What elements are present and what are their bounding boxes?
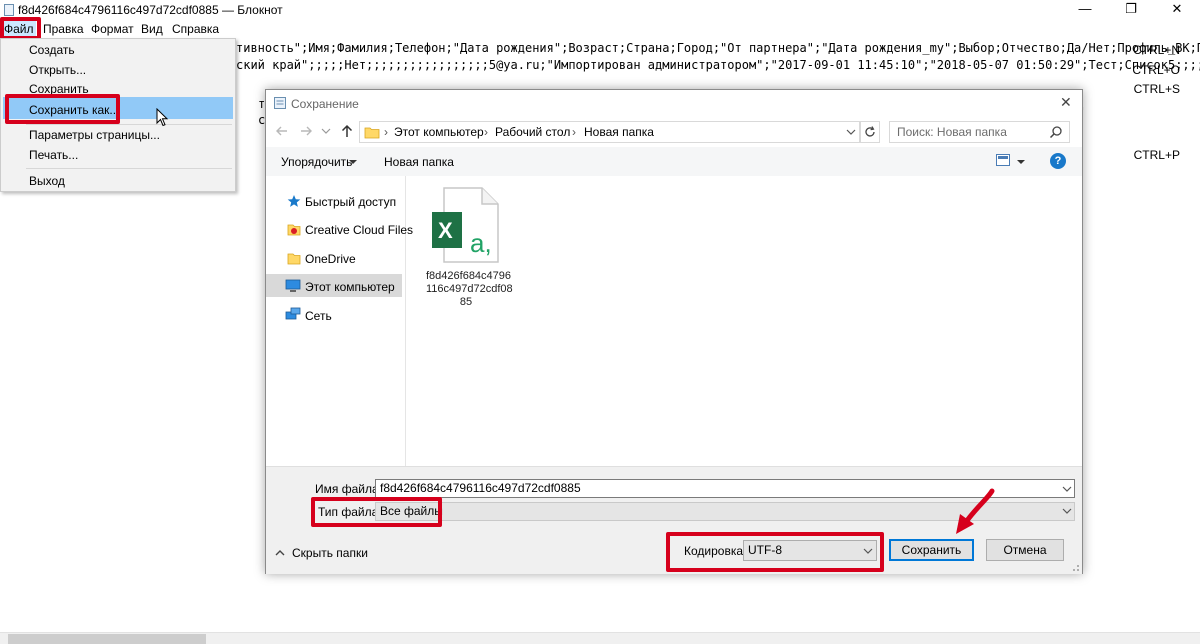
filetype-dropdown-icon[interactable] xyxy=(1061,506,1073,516)
folder-icon xyxy=(364,127,380,139)
organize-button[interactable]: Упорядочить xyxy=(281,155,352,169)
view-dropdown-icon[interactable] xyxy=(1016,158,1026,166)
breadcrumb-separator: › xyxy=(484,125,488,139)
network-icon xyxy=(285,307,301,320)
menu-item-open[interactable]: Открыть... xyxy=(29,63,86,77)
breadcrumb-separator: › xyxy=(572,125,576,139)
close-button[interactable]: ✕ xyxy=(1154,0,1200,20)
resize-grip-icon[interactable] xyxy=(1070,562,1080,572)
back-arrow-icon[interactable] xyxy=(274,124,290,138)
nav-quick-access[interactable]: Быстрый доступ xyxy=(305,195,396,209)
menu-format[interactable]: Формат xyxy=(91,22,134,36)
shortcut-new: CTRL+N xyxy=(1132,43,1180,57)
window-title: f8d426f684c4796116c497d72cdf0885 — Блокн… xyxy=(18,3,283,17)
breadcrumb-this-pc[interactable]: Этот компьютер xyxy=(394,125,484,139)
onedrive-folder-icon xyxy=(287,253,301,265)
chevron-up-icon[interactable] xyxy=(274,548,286,558)
minimize-button[interactable]: — xyxy=(1062,0,1108,20)
excel-letter: X xyxy=(438,218,453,243)
refresh-icon xyxy=(865,126,875,137)
address-dropdown-icon[interactable] xyxy=(845,127,857,137)
nav-creative-cloud[interactable]: Creative Cloud Files xyxy=(305,223,413,237)
help-button[interactable]: ? xyxy=(1050,153,1066,169)
breadcrumb-new-folder[interactable]: Новая папка xyxy=(584,125,654,139)
hide-folders-button[interactable]: Скрыть папки xyxy=(292,546,368,560)
up-arrow-icon[interactable] xyxy=(340,123,354,139)
filename-dropdown-icon[interactable] xyxy=(1061,484,1073,494)
title-bar: f8d426f684c4796116c497d72cdf0885 — Блокн… xyxy=(0,0,1200,20)
menu-item-exit[interactable]: Выход xyxy=(29,174,65,188)
restore-button[interactable]: ❐ xyxy=(1108,0,1154,20)
file-type-glyph: a, xyxy=(470,228,492,258)
computer-icon xyxy=(285,279,301,292)
red-arrow-annotation xyxy=(956,488,995,534)
breadcrumb-desktop[interactable]: Рабочий стол xyxy=(495,125,570,139)
nav-this-pc[interactable]: Этот компьютер xyxy=(305,280,395,294)
encoding-highlight-box xyxy=(666,532,884,572)
star-icon xyxy=(287,195,301,207)
file-name-line-2: 116c497d72cdf08 xyxy=(426,283,513,295)
file-name-line-3: 85 xyxy=(459,296,473,308)
view-options-icon[interactable] xyxy=(996,154,1010,166)
menu-item-new[interactable]: Создать xyxy=(29,43,75,57)
dialog-notepad-icon xyxy=(274,97,286,109)
menu-item-print[interactable]: Печать... xyxy=(29,148,78,162)
recent-chevron-icon[interactable] xyxy=(320,126,332,136)
nav-network[interactable]: Сеть xyxy=(305,309,332,323)
notepad-icon xyxy=(4,4,14,16)
new-folder-button[interactable]: Новая папка xyxy=(384,155,454,169)
mouse-cursor-icon xyxy=(156,108,169,127)
menu-separator xyxy=(26,124,232,125)
save-button[interactable]: Сохранить xyxy=(889,539,974,561)
breadcrumb-separator: › xyxy=(384,125,388,139)
organize-dropdown-icon xyxy=(349,160,357,164)
save-as-highlight-box xyxy=(5,94,120,124)
filetype-highlight-box xyxy=(311,497,442,527)
menu-view[interactable]: Вид xyxy=(141,22,163,36)
search-icon[interactable] xyxy=(1049,125,1063,139)
filename-label: Имя файла: xyxy=(315,482,382,496)
pane-divider xyxy=(405,176,406,466)
file-menu-highlight-box xyxy=(0,17,41,40)
menu-item-page-setup[interactable]: Параметры страницы... xyxy=(29,128,160,142)
forward-arrow-icon[interactable] xyxy=(298,124,314,138)
dialog-title: Сохранение xyxy=(291,97,359,111)
menu-help[interactable]: Справка xyxy=(172,22,219,36)
menu-separator xyxy=(26,168,232,169)
dialog-close-button[interactable]: ✕ xyxy=(1060,94,1072,111)
creative-cloud-icon xyxy=(287,224,301,236)
menu-edit[interactable]: Правка xyxy=(43,22,84,36)
file-name-line-1: f8d426f684c4796 xyxy=(426,270,512,282)
scrollbar-thumb[interactable] xyxy=(8,634,206,644)
nav-onedrive[interactable]: OneDrive xyxy=(305,252,356,266)
search-placeholder: Поиск: Новая папка xyxy=(897,125,1007,139)
cancel-button[interactable]: Отмена xyxy=(986,539,1064,561)
shortcut-open: CTRL+O xyxy=(1132,63,1180,77)
